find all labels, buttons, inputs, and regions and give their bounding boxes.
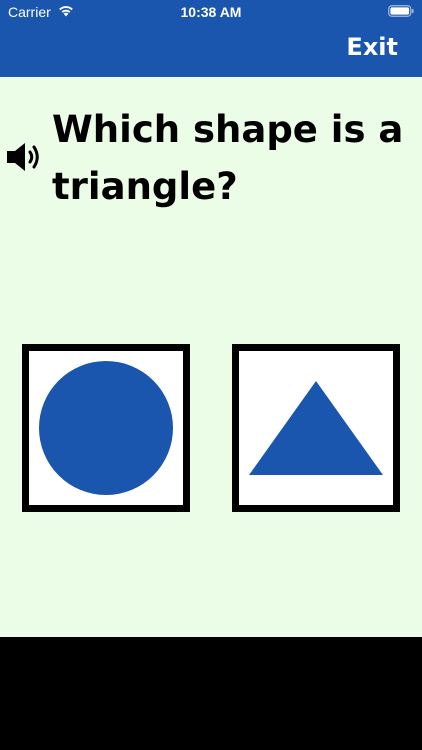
status-time: 10:38 AM [180,4,242,20]
circle-shape [39,361,173,495]
exit-button[interactable]: Exit [346,33,398,61]
speaker-icon[interactable] [6,140,46,174]
top-bar: Carrier 10:38 AM Exit [0,0,422,77]
triangle-shape [249,381,383,475]
choice-triangle[interactable] [232,344,400,512]
question-text: Which shape is a triangle? [52,108,404,208]
status-bar: Carrier 10:38 AM [0,0,422,24]
bottom-black-area [0,637,422,750]
choice-circle[interactable] [22,344,190,512]
battery-icon [388,5,414,17]
quiz-content: Which shape is a triangle? [0,77,422,637]
